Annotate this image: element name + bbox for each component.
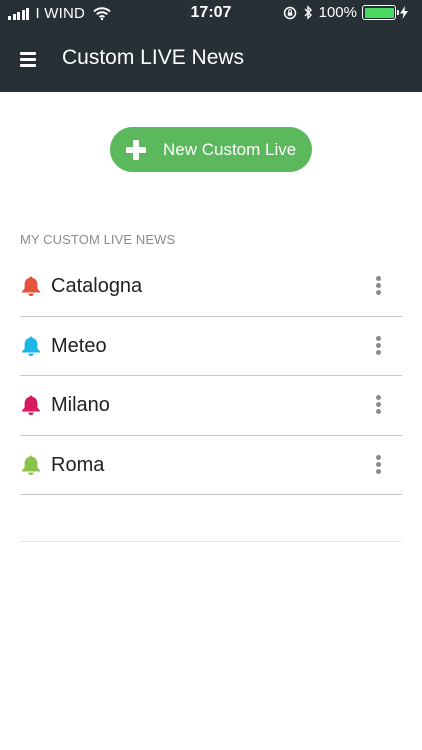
- list-item[interactable]: Meteo: [20, 317, 402, 376]
- battery-percentage: 100%: [318, 4, 357, 21]
- divider: [20, 541, 402, 542]
- battery-level: [364, 7, 394, 18]
- battery-icon: [362, 5, 399, 20]
- list-item[interactable]: Roma: [20, 436, 402, 495]
- list-item-label: Roma: [51, 453, 105, 476]
- bell-icon: [22, 336, 40, 356]
- page-title: Custom LIVE News: [62, 46, 245, 69]
- list-item[interactable]: Milano: [20, 376, 402, 436]
- plus-icon: [126, 140, 146, 160]
- more-options-icon[interactable]: [376, 276, 382, 296]
- section-heading: MY CUSTOM LIVE NEWS: [20, 232, 176, 247]
- custom-live-list: Catalogna Meteo Milano Roma: [20, 257, 402, 495]
- bluetooth-icon: [304, 5, 312, 20]
- list-item-label: Meteo: [51, 334, 107, 357]
- new-custom-live-label: New Custom Live: [163, 140, 297, 159]
- new-custom-live-button[interactable]: New Custom Live: [110, 127, 312, 172]
- charging-bolt-icon: [400, 6, 408, 19]
- list-item-label: Milano: [51, 394, 110, 416]
- more-options-icon[interactable]: [376, 335, 382, 356]
- rotation-lock-icon: [283, 6, 296, 19]
- list-item[interactable]: Catalogna: [20, 257, 402, 317]
- list-item-label: Catalogna: [51, 275, 143, 297]
- status-bar: I WIND 17:07 100%: [0, 0, 422, 28]
- hamburger-menu-icon[interactable]: [20, 52, 36, 67]
- more-options-icon[interactable]: [376, 454, 382, 475]
- more-options-icon[interactable]: [376, 395, 382, 415]
- bell-icon: [22, 395, 40, 415]
- status-right: 100%: [283, 4, 414, 21]
- bell-icon: [22, 276, 40, 296]
- bell-icon: [22, 455, 40, 475]
- app-header: I WIND 17:07 100% Custom LIVE News: [0, 0, 422, 92]
